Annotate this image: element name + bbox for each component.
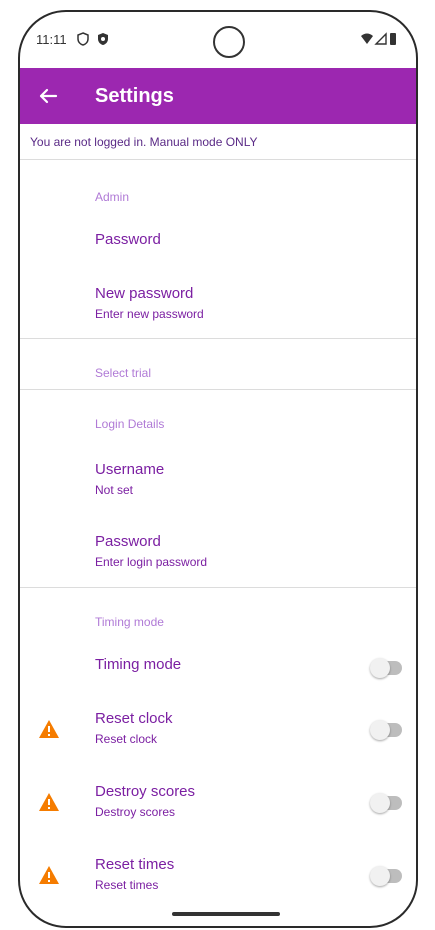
toggle-knob xyxy=(370,793,390,813)
toggle-knob xyxy=(370,720,390,740)
reset-times-item[interactable]: Reset times Reset times xyxy=(20,848,416,904)
shield-filled-icon xyxy=(98,33,108,45)
destroy-scores-item[interactable]: Destroy scores Destroy scores xyxy=(20,775,416,831)
new-password-item[interactable]: New password Enter new password xyxy=(20,274,416,334)
timing-mode-toggle[interactable] xyxy=(370,658,402,678)
reset-times-title: Reset times xyxy=(95,856,175,873)
wifi-icon xyxy=(361,33,373,44)
section-header-admin: Admin xyxy=(95,190,130,204)
select-trial-item[interactable]: Select trial xyxy=(20,339,416,389)
timing-mode-title: Timing mode xyxy=(95,656,182,673)
username-subtitle: Not set xyxy=(95,483,134,497)
shield-outline-icon xyxy=(77,32,89,46)
admin-password-item[interactable]: Password xyxy=(20,217,416,267)
reset-times-toggle[interactable] xyxy=(370,866,402,886)
reset-clock-subtitle: Reset clock xyxy=(95,732,158,746)
back-arrow-icon[interactable] xyxy=(32,80,64,112)
divider xyxy=(20,389,416,390)
section-header-select-trial: Select trial xyxy=(95,366,152,380)
reset-clock-toggle[interactable] xyxy=(370,720,402,740)
page-title: Settings xyxy=(95,85,174,107)
toggle-knob xyxy=(370,866,390,886)
admin-password-title: Password xyxy=(95,231,161,248)
login-notice: You are not logged in. Manual mode ONLY xyxy=(20,124,416,160)
warning-icon xyxy=(39,793,59,811)
app-bar: Settings xyxy=(20,68,416,124)
new-password-title: New password xyxy=(95,285,194,302)
username-title: Username xyxy=(95,461,165,478)
battery-icon xyxy=(390,33,396,45)
camera-cutout xyxy=(213,26,245,58)
reset-clock-item[interactable]: Reset clock Reset clock xyxy=(20,702,416,758)
new-password-subtitle: Enter new password xyxy=(95,307,204,321)
login-password-subtitle: Enter login password xyxy=(95,555,208,569)
divider xyxy=(20,587,416,588)
warning-icon xyxy=(39,720,59,738)
system-status-icons xyxy=(361,32,396,45)
home-indicator[interactable] xyxy=(172,912,280,916)
toggle-knob xyxy=(370,658,390,678)
reset-times-subtitle: Reset times xyxy=(95,878,159,892)
status-time: 11:11 xyxy=(36,32,67,47)
status-bar: 11:11 xyxy=(20,12,416,68)
section-header-login-details: Login Details xyxy=(95,417,165,431)
warning-icon xyxy=(39,866,59,884)
phone-frame: 11:11 Settings You are not logged in. Ma… xyxy=(18,10,418,928)
section-header-timing-mode: Timing mode xyxy=(95,615,164,629)
destroy-scores-toggle[interactable] xyxy=(370,793,402,813)
login-password-title: Password xyxy=(95,533,161,550)
username-item[interactable]: Username Not set xyxy=(20,450,416,508)
login-password-item[interactable]: Password Enter login password xyxy=(20,522,416,582)
destroy-scores-subtitle: Destroy scores xyxy=(95,805,176,819)
signal-icon xyxy=(374,32,387,45)
reset-clock-title: Reset clock xyxy=(95,710,173,727)
destroy-scores-title: Destroy scores xyxy=(95,783,196,800)
timing-mode-item[interactable]: Timing mode xyxy=(20,645,416,689)
